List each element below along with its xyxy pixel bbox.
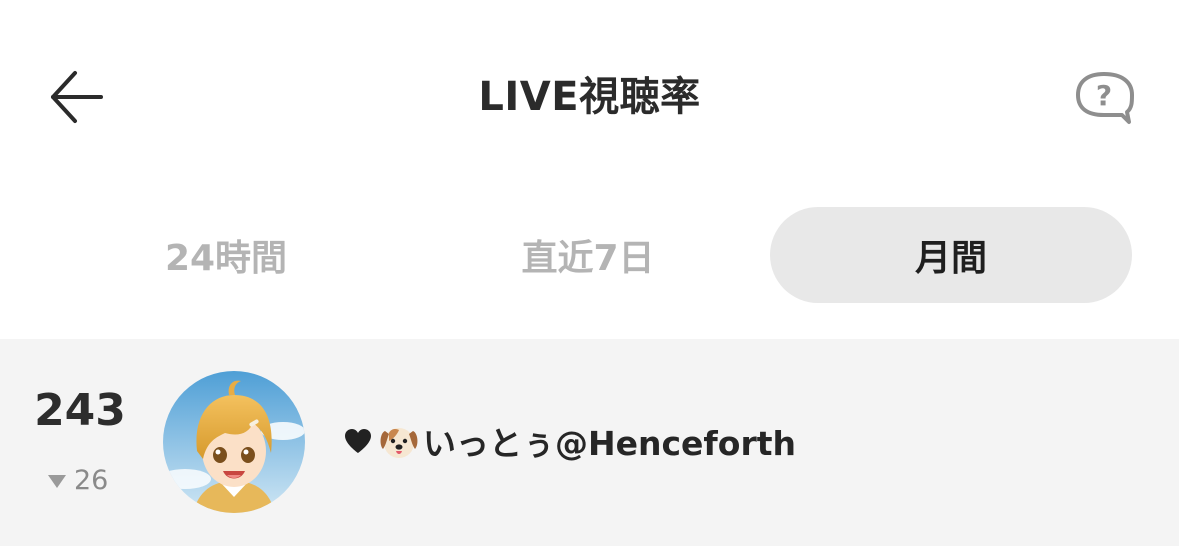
rank-number: 243 [34,385,126,436]
ranking-row[interactable]: 243 26 いっとぅ@Henceforth [0,339,1179,546]
avatar-image [163,371,305,513]
help-button[interactable]: ? [1068,66,1140,128]
user-name-text: いっとぅ@Henceforth [423,424,797,463]
avatar[interactable] [163,371,305,513]
tab-monthly[interactable]: 月間 [770,207,1132,303]
header: LIVE視聴率 ? [0,0,1179,190]
question-bubble-icon: ? [1076,72,1134,124]
tab-last-7-days[interactable]: 直近7日 [407,207,769,303]
heart-icon [345,429,371,453]
dog-face-icon [380,428,418,458]
live-rating-screen: LIVE視聴率 ? 24時間 直近7日 月間 243 26 いっとぅ@Hence… [0,0,1179,546]
rank-down-icon [48,475,66,488]
page-title: LIVE視聴率 [478,74,701,120]
rank-change-value: 26 [74,465,109,496]
user-name[interactable]: いっとぅ@Henceforth [343,417,796,465]
svg-text:?: ? [1096,79,1112,112]
rank-change: 26 [48,465,108,496]
period-tabs: 24時間 直近7日 月間 [45,207,1135,303]
tab-24h[interactable]: 24時間 [45,207,407,303]
